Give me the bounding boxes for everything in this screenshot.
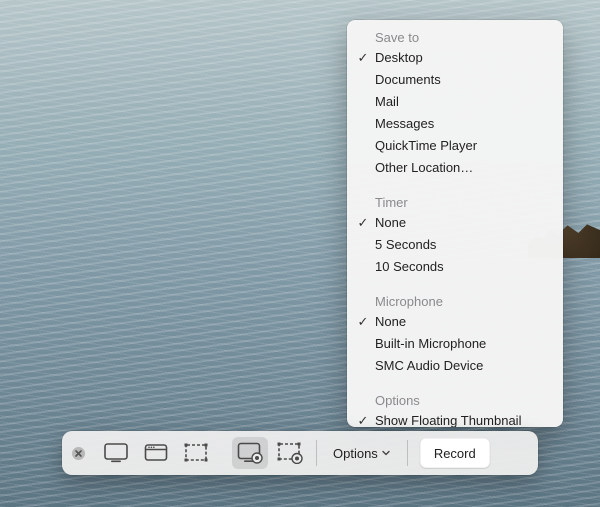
menu-item-label: None (375, 215, 406, 230)
menu-item-label: Show Floating Thumbnail (375, 413, 521, 427)
menu-item-label: Messages (375, 116, 434, 131)
menu-item-timer-none[interactable]: ✓ None (347, 212, 563, 234)
toolbar-divider (316, 440, 317, 466)
chevron-down-icon (381, 448, 391, 458)
record-entire-screen-icon (237, 442, 263, 464)
menu-item-label: Mail (375, 94, 399, 109)
menu-item-floating-thumbnail[interactable]: ✓ Show Floating Thumbnail (347, 410, 563, 427)
menu-item-mail[interactable]: Mail (347, 91, 563, 113)
record-selected-portion-button[interactable] (272, 437, 308, 469)
menu-header-microphone: Microphone (347, 292, 563, 311)
menu-item-label: Desktop (375, 50, 423, 65)
menu-item-label: None (375, 314, 406, 329)
menu-section-microphone: Microphone ✓ None Built-in Microphone SM… (347, 290, 563, 379)
capture-selected-portion-icon (184, 443, 208, 463)
menu-header-options: Options (347, 391, 563, 410)
menu-item-desktop[interactable]: ✓ Desktop (347, 47, 563, 69)
menu-header-timer: Timer (347, 193, 563, 212)
menu-item-label: Other Location… (375, 160, 473, 175)
options-label: Options (333, 446, 378, 461)
menu-item-mic-none[interactable]: ✓ None (347, 311, 563, 333)
menu-item-messages[interactable]: Messages (347, 113, 563, 135)
menu-section-options: Options ✓ Show Floating Thumbnail ✓ Reme… (347, 389, 563, 427)
capture-selected-portion-button[interactable] (178, 437, 214, 469)
checkmark-icon: ✓ (357, 313, 369, 331)
close-button[interactable] (70, 445, 86, 461)
screenshot-toolbar: Options Record (62, 431, 538, 475)
menu-item-mic-builtin[interactable]: Built-in Microphone (347, 333, 563, 355)
menu-item-label: Built-in Microphone (375, 336, 486, 351)
menu-item-mic-smc[interactable]: SMC Audio Device (347, 355, 563, 377)
record-entire-screen-button[interactable] (232, 437, 268, 469)
menu-item-timer-5s[interactable]: 5 Seconds (347, 234, 563, 256)
menu-header-save-to: Save to (347, 28, 563, 47)
menu-item-other-location[interactable]: Other Location… (347, 157, 563, 179)
checkmark-icon: ✓ (357, 412, 369, 427)
checkmark-icon: ✓ (357, 49, 369, 67)
checkmark-icon: ✓ (357, 214, 369, 232)
capture-entire-screen-button[interactable] (98, 437, 134, 469)
menu-section-save-to: Save to ✓ Desktop Documents Mail Message… (347, 26, 563, 181)
menu-item-label: QuickTime Player (375, 138, 477, 153)
capture-entire-screen-icon (104, 443, 128, 463)
menu-item-label: Documents (375, 72, 441, 87)
options-menu: Save to ✓ Desktop Documents Mail Message… (347, 20, 563, 427)
toolbar-divider (407, 440, 408, 466)
menu-item-label: 5 Seconds (375, 237, 436, 252)
capture-selected-window-button[interactable] (138, 437, 174, 469)
capture-selected-window-icon (144, 443, 168, 463)
record-selected-portion-icon (277, 442, 303, 464)
menu-item-label: SMC Audio Device (375, 358, 483, 373)
record-button[interactable]: Record (420, 438, 490, 468)
menu-item-quicktime[interactable]: QuickTime Player (347, 135, 563, 157)
menu-item-label: 10 Seconds (375, 259, 444, 274)
options-button[interactable]: Options (323, 437, 401, 469)
menu-item-timer-10s[interactable]: 10 Seconds (347, 256, 563, 278)
menu-section-timer: Timer ✓ None 5 Seconds 10 Seconds (347, 191, 563, 280)
close-icon (71, 446, 86, 461)
menu-item-documents[interactable]: Documents (347, 69, 563, 91)
record-label: Record (434, 446, 476, 461)
